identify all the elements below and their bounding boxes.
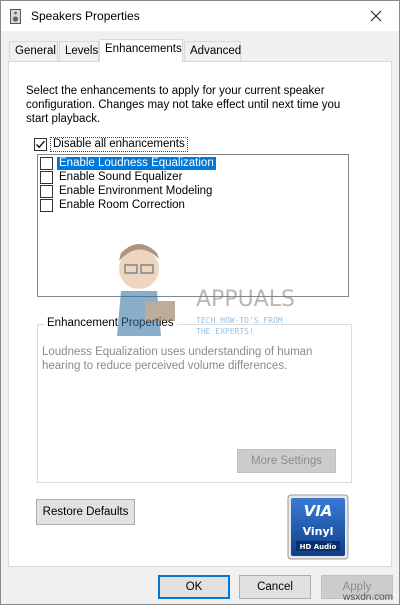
enhancements-panel: Select the enhancements to apply for you… bbox=[8, 61, 392, 567]
enhancement-properties-description: Loudness Equalization uses understanding… bbox=[42, 346, 313, 372]
environment-modeling-checkbox[interactable] bbox=[40, 184, 53, 198]
list-item-label: Enable Sound Equalizer bbox=[59, 170, 183, 183]
title-bar: Speakers Properties bbox=[1, 1, 399, 31]
more-settings-button[interactable]: More Settings bbox=[237, 449, 336, 473]
list-item-environment-modeling[interactable]: Enable Environment Modeling bbox=[40, 184, 214, 198]
disable-all-checkbox[interactable] bbox=[34, 137, 47, 151]
footer-watermark-text: wsxdn.com bbox=[342, 592, 393, 603]
list-item-label: Enable Room Correction bbox=[59, 198, 185, 211]
product-text: Vinyl bbox=[303, 525, 334, 538]
list-item-room-correction[interactable]: Enable Room Correction bbox=[40, 198, 187, 212]
disable-all-label: Disable all enhancements bbox=[50, 136, 188, 152]
ok-button[interactable]: OK bbox=[158, 575, 230, 599]
enhancements-list[interactable]: Enable Loudness Equalization Enable Soun… bbox=[37, 154, 349, 297]
speakers-properties-dialog: Speakers Properties General Levels Enhan… bbox=[0, 0, 400, 605]
list-item-label: Enable Environment Modeling bbox=[59, 184, 213, 197]
close-icon bbox=[370, 10, 382, 22]
sub-text: HD Audio bbox=[300, 543, 337, 551]
loudness-equalization-checkbox[interactable] bbox=[40, 156, 53, 170]
enhancements-description: Select the enhancements to apply for you… bbox=[26, 85, 341, 125]
tab-enhancements[interactable]: Enhancements bbox=[99, 39, 183, 62]
brand-text: VIA bbox=[304, 502, 333, 520]
tab-advanced[interactable]: Advanced bbox=[184, 41, 241, 61]
room-correction-checkbox[interactable] bbox=[40, 198, 53, 212]
enhancement-properties-title: Enhancement Properties bbox=[44, 317, 177, 329]
sound-equalizer-checkbox[interactable] bbox=[40, 170, 53, 184]
vinyl-logo-icon: VIA Vinyl HD Audio bbox=[287, 494, 349, 560]
list-item-sound-equalizer[interactable]: Enable Sound Equalizer bbox=[40, 170, 184, 184]
window-title: Speakers Properties bbox=[31, 9, 140, 23]
disable-all-checkbox-row[interactable]: Disable all enhancements bbox=[34, 136, 188, 152]
cancel-button[interactable]: Cancel bbox=[239, 575, 311, 599]
close-button[interactable] bbox=[353, 1, 399, 31]
tab-strip: General Levels Enhancements Advanced bbox=[1, 39, 399, 62]
list-item-label: Enable Loudness Equalization bbox=[57, 156, 216, 170]
restore-defaults-button[interactable]: Restore Defaults bbox=[36, 499, 135, 525]
list-item-loudness-equalization[interactable]: Enable Loudness Equalization bbox=[40, 156, 216, 170]
tab-general[interactable]: General bbox=[9, 41, 58, 61]
speaker-icon bbox=[10, 9, 21, 24]
checkmark-icon bbox=[36, 140, 46, 148]
tab-levels[interactable]: Levels bbox=[59, 41, 99, 61]
enhancement-properties-group: Enhancement Properties Loudness Equaliza… bbox=[37, 317, 352, 483]
via-vinyl-hd-audio-logo: VIA Vinyl HD Audio bbox=[287, 494, 349, 560]
